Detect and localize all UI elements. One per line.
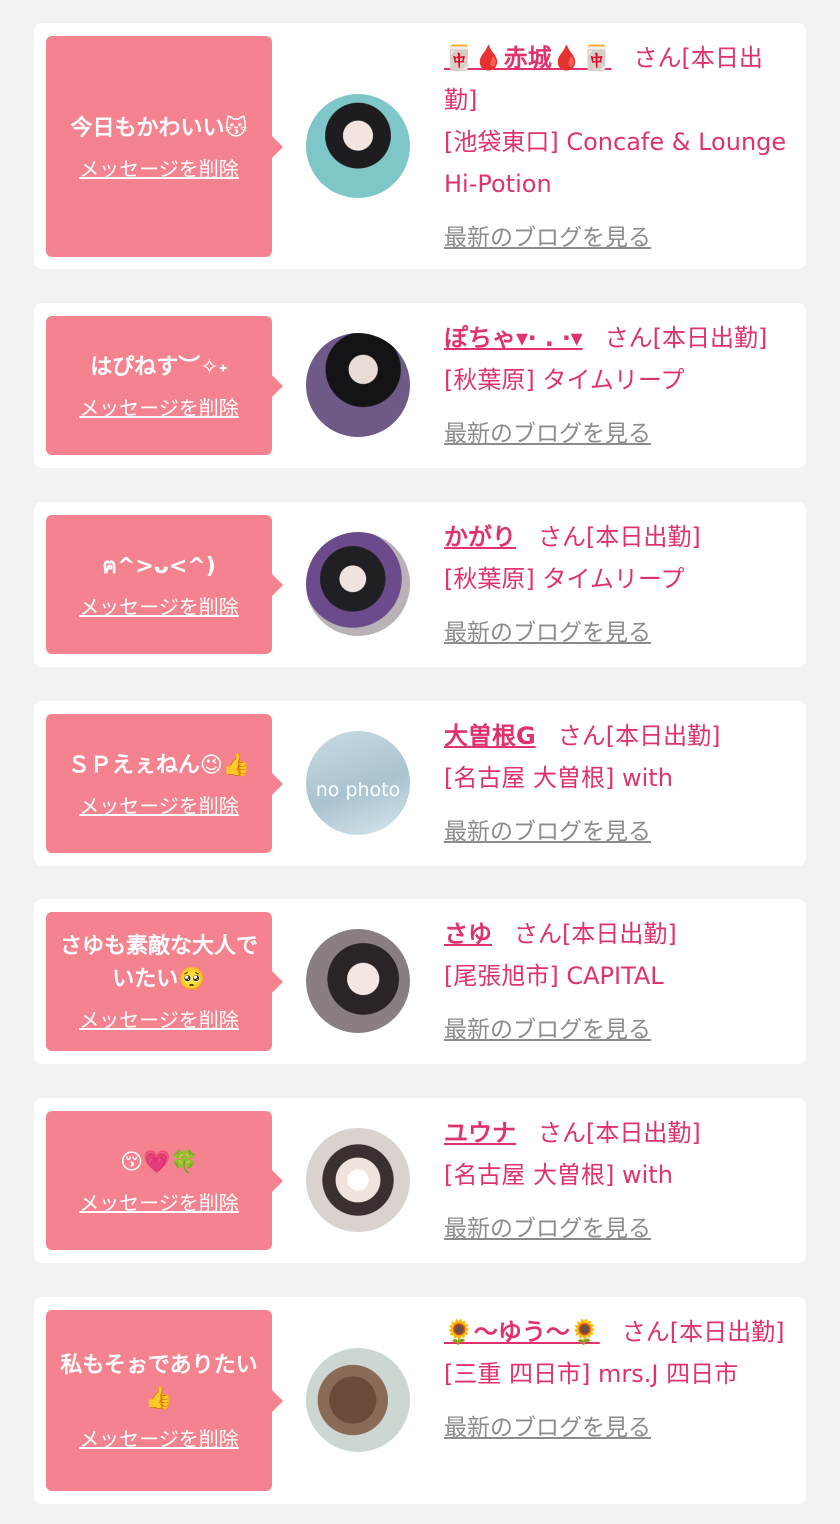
- latest-blog-link[interactable]: 最新のブログを見る: [444, 217, 651, 259]
- profile-info: さゆ さん[本日出勤] [尾張旭市] CAPITAL 最新のブログを見る: [444, 913, 794, 1051]
- message-bubble: ฅ^>ᴗ<^) メッセージを削除: [46, 515, 283, 654]
- cast-name-link[interactable]: 🀄🩸赤城🩸🀄: [444, 44, 612, 72]
- list-item: ฅ^>ᴗ<^) メッセージを削除 かがり さん[本日出勤] [秋葉原] タイムリー…: [34, 502, 806, 667]
- message-bubble: さゆも素敵な大人でいたい🥺 メッセージを削除: [46, 912, 283, 1051]
- message-text: さゆも素敵な大人でいたい🥺: [59, 934, 258, 992]
- name-suffix: さん[本日出勤]: [621, 1318, 785, 1346]
- message-bubble: 私もそぉでありたい👍 メッセージを削除: [46, 1310, 283, 1491]
- avatar[interactable]: [306, 532, 410, 636]
- list-item: 😚💗🍀 メッセージを削除 ユウナ さん[本日出勤] [名古屋 大曽根] with …: [34, 1098, 806, 1263]
- list-item: はぴねす︶✧˖ メッセージを削除 ぽちゃ▾‧ . ‧▾ さん[本日出勤] [秋葉原…: [34, 303, 806, 468]
- name-suffix: さん[本日出勤]: [557, 722, 721, 750]
- shop-name: [秋葉原] タイムリープ: [444, 366, 685, 394]
- message-text: ＳＰえぇねん😉👍: [67, 752, 251, 778]
- latest-blog-link[interactable]: 最新のブログを見る: [444, 1208, 651, 1250]
- message-list: 今日もかわいい😽 メッセージを削除 🀄🩸赤城🩸🀄 さん[本日出勤] [池袋東口] …: [0, 0, 840, 1524]
- cast-name-link[interactable]: 🌻〜ゆう〜🌻: [444, 1318, 600, 1346]
- cast-name-link[interactable]: さゆ: [444, 920, 492, 948]
- latest-blog-link[interactable]: 最新のブログを見る: [444, 612, 651, 654]
- avatar[interactable]: [306, 1348, 410, 1452]
- shop-name: [名古屋 大曽根] with: [444, 764, 673, 792]
- latest-blog-link[interactable]: 最新のブログを見る: [444, 811, 651, 853]
- message-bubble: 😚💗🍀 メッセージを削除: [46, 1111, 283, 1250]
- latest-blog-link[interactable]: 最新のブログを見る: [444, 1009, 651, 1051]
- profile-info: 🀄🩸赤城🩸🀄 さん[本日出勤] [池袋東口] Concafe & Lounge H…: [444, 37, 794, 259]
- name-suffix: さん[本日出勤]: [514, 920, 677, 948]
- message-text: 今日もかわいい😽: [70, 115, 248, 141]
- shop-name: [三重 四日市] mrs.J 四日市: [444, 1360, 739, 1388]
- delete-message-link[interactable]: メッセージを削除: [79, 591, 239, 620]
- profile-info: ぽちゃ▾‧ . ‧▾ さん[本日出勤] [秋葉原] タイムリープ 最新のブログを見…: [444, 317, 794, 455]
- message-bubble: 今日もかわいい😽 メッセージを削除: [46, 36, 283, 257]
- avatar[interactable]: [306, 929, 410, 1033]
- shop-name: [秋葉原] タイムリープ: [444, 565, 685, 593]
- delete-message-link[interactable]: メッセージを削除: [79, 1004, 239, 1033]
- list-item: さゆも素敵な大人でいたい🥺 メッセージを削除 さゆ さん[本日出勤] [尾張旭市]…: [34, 899, 806, 1064]
- cast-name-link[interactable]: ユウナ: [444, 1119, 516, 1147]
- name-suffix: さん[本日出勤]: [604, 324, 768, 352]
- profile-info: 大曽根G さん[本日出勤] [名古屋 大曽根] with 最新のブログを見る: [444, 715, 794, 853]
- message-text: はぴねす︶✧˖: [90, 354, 228, 380]
- message-bubble: ＳＰえぇねん😉👍 メッセージを削除: [46, 714, 283, 853]
- message-text: 😚💗🍀: [120, 1149, 198, 1175]
- name-suffix: さん[本日出勤]: [538, 1119, 701, 1147]
- message-text: 私もそぉでありたい👍: [60, 1353, 258, 1411]
- latest-blog-link[interactable]: 最新のブログを見る: [444, 1407, 651, 1449]
- list-item: 今日もかわいい😽 メッセージを削除 🀄🩸赤城🩸🀄 さん[本日出勤] [池袋東口] …: [34, 23, 806, 269]
- delete-message-link[interactable]: メッセージを削除: [79, 790, 239, 819]
- profile-info: かがり さん[本日出勤] [秋葉原] タイムリープ 最新のブログを見る: [444, 516, 794, 654]
- list-item: ＳＰえぇねん😉👍 メッセージを削除 no photo 大曽根G さん[本日出勤] …: [34, 701, 806, 866]
- delete-message-link[interactable]: メッセージを削除: [79, 392, 239, 421]
- cast-name-link[interactable]: 大曽根G: [444, 722, 536, 750]
- avatar[interactable]: [306, 1128, 410, 1232]
- message-text: ฅ^>ᴗ<^): [102, 553, 216, 579]
- avatar-placeholder[interactable]: no photo: [306, 731, 410, 835]
- list-item: 私もそぉでありたい👍 メッセージを削除 🌻〜ゆう〜🌻 さん[本日出勤] [三重 四…: [34, 1297, 806, 1504]
- delete-message-link[interactable]: メッセージを削除: [79, 1187, 239, 1216]
- delete-message-link[interactable]: メッセージを削除: [79, 153, 239, 182]
- cast-name-link[interactable]: かがり: [444, 523, 516, 551]
- message-bubble: はぴねす︶✧˖ メッセージを削除: [46, 316, 283, 455]
- cast-name-link[interactable]: ぽちゃ▾‧ . ‧▾: [444, 324, 583, 352]
- avatar[interactable]: [306, 94, 410, 198]
- delete-message-link[interactable]: メッセージを削除: [79, 1423, 239, 1452]
- avatar[interactable]: [306, 333, 410, 437]
- name-suffix: さん[本日出勤]: [538, 523, 701, 551]
- profile-info: ユウナ さん[本日出勤] [名古屋 大曽根] with 最新のブログを見る: [444, 1112, 794, 1250]
- shop-name: [名古屋 大曽根] with: [444, 1161, 673, 1189]
- shop-name: [尾張旭市] CAPITAL: [444, 962, 664, 990]
- latest-blog-link[interactable]: 最新のブログを見る: [444, 413, 651, 455]
- no-photo-label: no photo: [315, 779, 401, 801]
- profile-info: 🌻〜ゆう〜🌻 さん[本日出勤] [三重 四日市] mrs.J 四日市 最新のブログ…: [444, 1311, 794, 1449]
- shop-name: [池袋東口] Concafe & Lounge Hi-Potion: [444, 128, 787, 198]
